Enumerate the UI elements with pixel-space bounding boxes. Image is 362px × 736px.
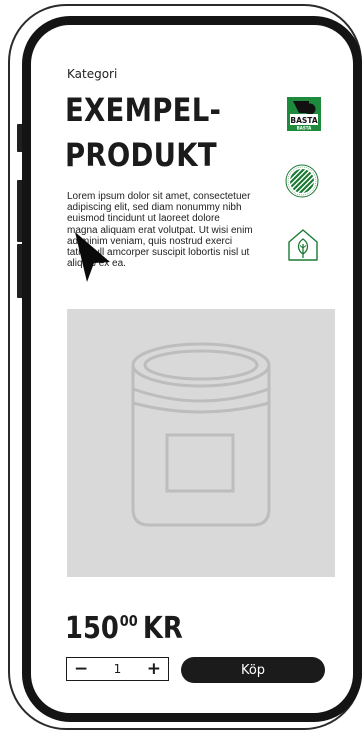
quantity-value[interactable]: 1 (114, 662, 122, 676)
quantity-stepper: − 1 + (66, 657, 169, 681)
phone-bezel: Kategori EXEMPEL- PRODUKT Lorem ipsum do… (22, 16, 362, 722)
decrease-quantity-button[interactable]: − (74, 660, 88, 678)
product-title-line-2: PRODUKT (65, 136, 217, 174)
mouse-cursor-icon (75, 232, 110, 282)
price-amount: 150 (65, 611, 119, 646)
category-label[interactable]: Kategori (67, 67, 117, 81)
basta-sub-label: BASTA (297, 126, 312, 131)
leaf-house-icon (287, 228, 319, 262)
price-currency: KR (142, 611, 183, 646)
price-cents: 00 (119, 612, 138, 630)
basta-label: BASTA (290, 116, 317, 125)
increase-quantity-button[interactable]: + (147, 660, 161, 678)
product-image (67, 309, 335, 577)
product-title: EXEMPEL- PRODUKT (65, 88, 221, 178)
product-price: 15000 KR (65, 611, 183, 646)
nordic-swan-ecolabel-icon (285, 164, 319, 198)
product-title-line-1: EXEMPEL- (65, 91, 222, 129)
product-screen: Kategori EXEMPEL- PRODUKT Lorem ipsum do… (31, 25, 353, 713)
basta-badge-icon: BASTA BASTA (287, 97, 321, 131)
jar-icon (131, 342, 271, 527)
buy-button[interactable]: Köp (181, 657, 325, 683)
